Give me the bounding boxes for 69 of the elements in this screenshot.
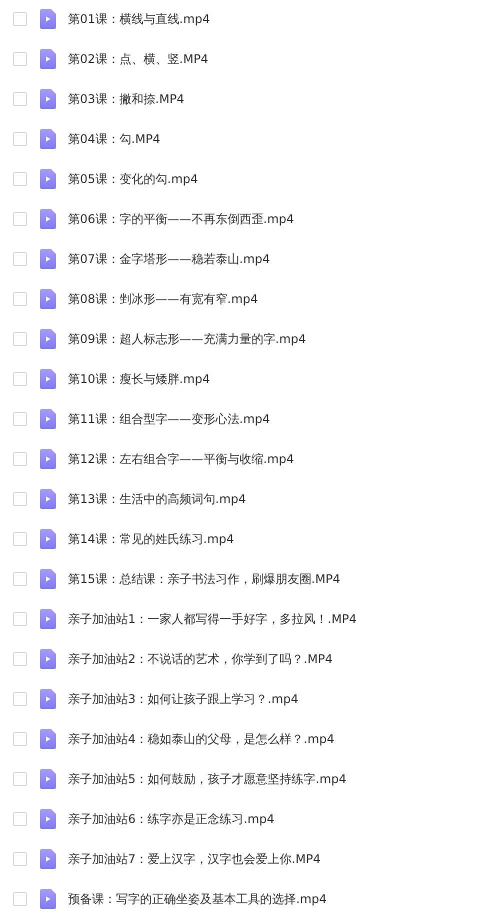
video-file-icon — [40, 409, 56, 429]
video-file-icon — [40, 609, 56, 629]
video-file-icon — [40, 649, 56, 669]
video-file-icon — [40, 569, 56, 589]
checkbox[interactable] — [13, 772, 27, 786]
checkbox[interactable] — [13, 612, 27, 626]
video-file-icon — [40, 89, 56, 109]
file-name[interactable]: 亲子加油站6：练字亦是正念练习.mp4 — [68, 810, 274, 828]
file-name[interactable]: 亲子加油站5：如何鼓励，孩子才愿意坚持练字.mp4 — [68, 770, 346, 788]
video-file-icon — [40, 289, 56, 309]
checkbox[interactable] — [13, 692, 27, 706]
file-name[interactable]: 亲子加油站4：稳如泰山的父母，是怎么样？.mp4 — [68, 730, 334, 748]
video-file-icon — [40, 529, 56, 549]
video-file-icon — [40, 769, 56, 789]
video-file-icon — [40, 49, 56, 69]
file-name[interactable]: 第10课：瘦长与矮胖.mp4 — [68, 370, 210, 388]
video-file-icon — [40, 129, 56, 149]
checkbox[interactable] — [13, 412, 27, 426]
checkbox[interactable] — [13, 892, 27, 906]
checkbox[interactable] — [13, 332, 27, 346]
file-name[interactable]: 亲子加油站3：如何让孩子跟上学习？.mp4 — [68, 690, 298, 708]
file-name[interactable]: 第07课：金字塔形——稳若泰山.mp4 — [68, 250, 270, 268]
file-name[interactable]: 第08课：剉冰形——有宽有窄.mp4 — [68, 290, 258, 308]
checkbox[interactable] — [13, 52, 27, 66]
file-name[interactable]: 第04课：勾.MP4 — [68, 130, 160, 148]
checkbox[interactable] — [13, 812, 27, 826]
video-file-icon — [40, 9, 56, 29]
file-name[interactable]: 第03课：撇和捺.MP4 — [68, 90, 184, 108]
file-name[interactable]: 亲子加油站2：不说话的艺术，你学到了吗？.MP4 — [68, 650, 333, 668]
checkbox[interactable] — [13, 652, 27, 666]
video-file-icon — [40, 809, 56, 829]
checkbox[interactable] — [13, 852, 27, 866]
video-file-icon — [40, 369, 56, 389]
checkbox[interactable] — [13, 92, 27, 106]
video-file-icon — [40, 689, 56, 709]
video-file-icon — [40, 729, 56, 749]
file-name[interactable]: 第12课：左右组合字——平衡与收缩.mp4 — [68, 450, 294, 468]
video-file-icon — [40, 169, 56, 189]
video-file-icon — [40, 449, 56, 469]
checkbox[interactable] — [13, 12, 27, 26]
checkbox[interactable] — [13, 732, 27, 746]
file-name[interactable]: 第15课：总结课：亲子书法习作，刷爆朋友圈.MP4 — [68, 570, 340, 588]
file-name[interactable]: 第06课：字的平衡——不再东倒西歪.mp4 — [68, 210, 294, 228]
video-file-icon — [40, 249, 56, 269]
file-name[interactable]: 第11课：组合型字——变形心法.mp4 — [68, 410, 270, 428]
file-name[interactable]: 第13课：生活中的高频词句.mp4 — [68, 490, 246, 508]
file-name[interactable]: 预备课：写字的正确坐姿及基本工具的选择.mp4 — [68, 890, 327, 908]
checkbox[interactable] — [13, 372, 27, 386]
checkbox[interactable] — [13, 172, 27, 186]
video-file-icon — [40, 329, 56, 349]
file-name[interactable]: 第14课：常见的姓氏练习.mp4 — [68, 530, 234, 548]
checkbox[interactable] — [13, 492, 27, 506]
file-name[interactable]: 第02课：点、横、竖.MP4 — [68, 50, 208, 68]
file-name[interactable]: 第01课：横线与直线.mp4 — [68, 10, 210, 28]
video-file-icon — [40, 849, 56, 869]
checkbox[interactable] — [13, 132, 27, 146]
checkbox[interactable] — [13, 572, 27, 586]
checkbox[interactable] — [13, 212, 27, 226]
file-name[interactable]: 亲子加油站1：一家人都写得一手好字，多拉风！.MP4 — [68, 610, 357, 628]
video-file-icon — [40, 889, 56, 909]
video-file-icon — [40, 209, 56, 229]
file-name[interactable]: 第05课：变化的勾.mp4 — [68, 170, 198, 188]
file-name[interactable]: 第09课：超人标志形——充满力量的字.mp4 — [68, 330, 306, 348]
checkbox[interactable] — [13, 252, 27, 266]
checkbox[interactable] — [13, 452, 27, 466]
checkbox[interactable] — [13, 292, 27, 306]
checkbox[interactable] — [13, 532, 27, 546]
file-name[interactable]: 亲子加油站7：爱上汉字，汉字也会爱上你.MP4 — [68, 850, 321, 868]
video-file-icon — [40, 489, 56, 509]
